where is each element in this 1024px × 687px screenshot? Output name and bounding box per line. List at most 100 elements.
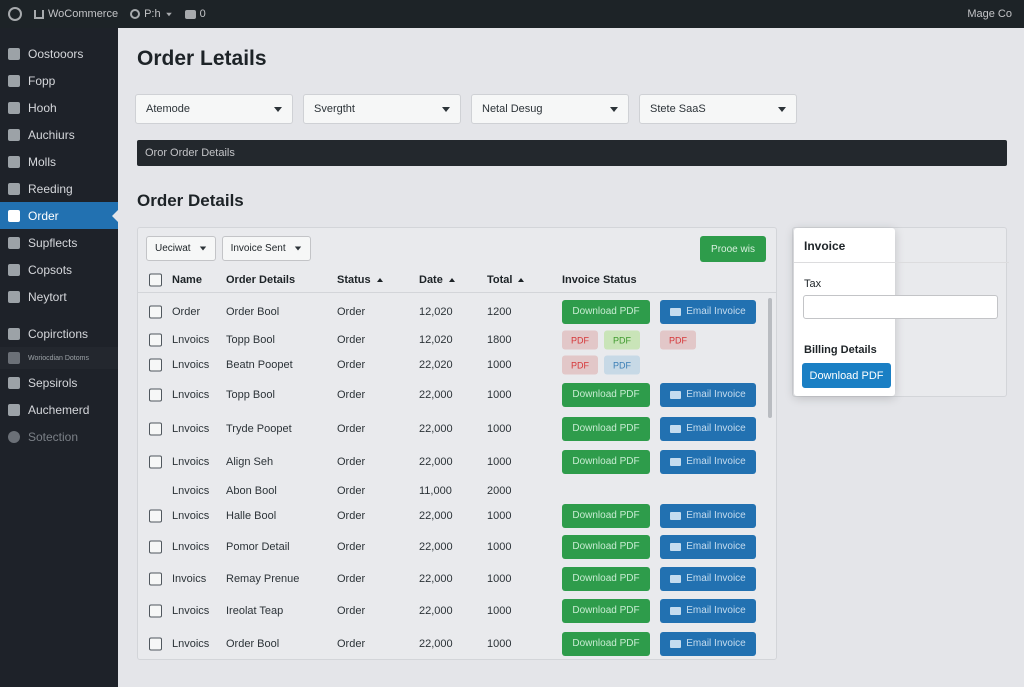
select-all-checkbox[interactable] [149, 273, 162, 287]
row-checkbox[interactable] [149, 637, 162, 650]
chevron-down-icon [294, 246, 301, 251]
cell-details: Align Seh [226, 455, 274, 468]
email-invoice-button[interactable]: Email Invoice [660, 534, 756, 559]
mail-icon [670, 390, 682, 399]
download-pdf-button[interactable]: Download PDF [562, 631, 650, 656]
filter-select-0[interactable]: Atemode [135, 94, 293, 124]
download-pdf-button[interactable]: Download PDF [562, 566, 650, 591]
pdf-chip[interactable]: PDF [604, 330, 640, 350]
sidebar-item-5[interactable]: Reeding [0, 175, 118, 202]
bulk-action-value: Ueciwat [155, 243, 191, 254]
row-checkbox[interactable] [149, 604, 162, 617]
sidebar-item-8[interactable]: Copsots [0, 256, 118, 283]
sidebar-item-3[interactable]: Auchiurs [0, 121, 118, 148]
column-label: Status [337, 274, 371, 286]
row-checkbox[interactable] [149, 455, 162, 468]
column-header-status[interactable]: Status [337, 274, 383, 286]
sidebar-item-label: Copsots [28, 262, 73, 277]
filter-select-1[interactable]: Svergtht [303, 94, 461, 124]
download-pdf-button[interactable]: Download PDF [562, 503, 650, 528]
email-invoice-button[interactable]: Email Invoice [660, 566, 756, 591]
cell-name: Order [172, 305, 201, 318]
download-pdf-button[interactable]: Download PDF [802, 363, 891, 388]
sidebar-item-11[interactable]: Woriocdian Dotoms [0, 347, 118, 369]
row-checkbox[interactable] [149, 388, 162, 401]
email-invoice-button[interactable]: Email Invoice [660, 449, 756, 474]
column-header-invoice-status[interactable]: Invoice Status [562, 274, 637, 286]
admin-bar: WoCommerce P:h 0 Mage Co [0, 0, 1024, 28]
table-scrollbar[interactable] [768, 298, 772, 418]
users-icon [8, 263, 20, 276]
row-checkbox[interactable] [149, 572, 162, 585]
email-invoice-label: Email Invoice [686, 456, 746, 467]
comments-icon [8, 155, 20, 168]
comments-link[interactable]: 0 [184, 8, 206, 20]
pdf-chip[interactable]: PDF [562, 330, 598, 350]
download-pdf-button[interactable]: Download PDF [562, 299, 650, 324]
download-pdf-button[interactable]: Download PDF [562, 416, 650, 441]
download-pdf-button[interactable]: Download PDF [562, 382, 650, 407]
cell-details: Beatn Poopet [226, 359, 293, 371]
sidebar-item-0[interactable]: Oostooors [0, 40, 118, 67]
column-label: Order Details [226, 274, 296, 286]
email-invoice-label: Email Invoice [686, 389, 746, 400]
process-button[interactable]: Prooe wis [700, 236, 766, 262]
cell-status: Order [337, 359, 366, 371]
email-invoice-button[interactable]: Email Invoice [660, 631, 756, 656]
table-row: Lnvoics Beatn Poopet Order 22,020 1000 PDF PDF [138, 353, 768, 377]
sidebar-item-1[interactable]: Fopp [0, 67, 118, 94]
sidebar-item-7[interactable]: Supflects [0, 229, 118, 256]
wordpress-logo[interactable] [8, 7, 22, 21]
comment-icon [184, 9, 196, 19]
sidebar-item-10[interactable]: Copirctions [0, 320, 118, 347]
row-checkbox[interactable] [149, 333, 162, 347]
email-invoice-button[interactable]: Email Invoice [660, 299, 756, 324]
column-header-date[interactable]: Date [419, 274, 455, 286]
sidebar-item-13[interactable]: Auchemerd [0, 396, 118, 423]
cell-total: 1000 [487, 509, 512, 522]
row-checkbox[interactable] [149, 509, 162, 522]
sidebar-item-14[interactable]: Sotection [0, 423, 118, 450]
sidebar-item-label: Copirctions [28, 326, 89, 341]
sidebar-item-order[interactable]: Order [0, 202, 119, 229]
column-header-total[interactable]: Total [487, 274, 525, 286]
sort-up-icon [376, 278, 383, 282]
download-pdf-button[interactable]: Download PDF [562, 449, 650, 474]
cell-name: Lnvoics [172, 637, 210, 650]
sidebar-item-label: Fopp [28, 73, 56, 88]
email-invoice-button[interactable]: Email Invoice [660, 598, 756, 623]
row-checkbox[interactable] [149, 422, 162, 435]
sidebar-item-12[interactable]: Sepsirols [0, 369, 118, 396]
cell-total: 1000 [487, 359, 512, 371]
account-link[interactable]: Mage Co [967, 8, 1012, 20]
invoice-filter-select[interactable]: Invoice Sent [221, 236, 311, 261]
tools-icon [8, 290, 20, 303]
updates-link[interactable]: P:h [130, 8, 173, 20]
pdf-chip[interactable]: PDF [562, 355, 598, 375]
row-checkbox[interactable] [149, 540, 162, 553]
row-checkbox[interactable] [149, 305, 162, 318]
site-name-link[interactable]: WoCommerce [34, 8, 118, 20]
cell-total: 1000 [487, 540, 512, 553]
cell-details: Ireolat Teap [226, 604, 284, 617]
tax-input[interactable] [803, 295, 998, 319]
sidebar-item-2[interactable]: Hooh [0, 94, 118, 121]
download-pdf-button[interactable]: Download PDF [562, 534, 650, 559]
sidebar-item-label: Sotection [28, 429, 79, 444]
email-invoice-button[interactable]: Email Invoice [660, 503, 756, 528]
filter-select-3[interactable]: Stete SaaS [639, 94, 797, 124]
pdf-chip[interactable]: PDF [604, 355, 640, 375]
row-checkbox[interactable] [149, 358, 162, 372]
sidebar-item-label: Oostooors [28, 46, 84, 61]
download-pdf-button[interactable]: Download PDF [562, 598, 650, 623]
mail-icon [670, 639, 682, 648]
column-header-details[interactable]: Order Details [226, 274, 295, 286]
email-invoice-button[interactable]: Email Invoice [660, 416, 756, 441]
pdf-chip[interactable]: PDF [660, 330, 696, 350]
sidebar-item-9[interactable]: Neytort [0, 283, 118, 310]
bulk-action-select[interactable]: Ueciwat [146, 236, 216, 261]
email-invoice-button[interactable]: Email Invoice [660, 382, 756, 407]
sidebar-item-4[interactable]: Molls [0, 148, 118, 175]
filter-select-2[interactable]: Netal Desug [471, 94, 629, 124]
column-header-name[interactable]: Name [172, 274, 202, 286]
